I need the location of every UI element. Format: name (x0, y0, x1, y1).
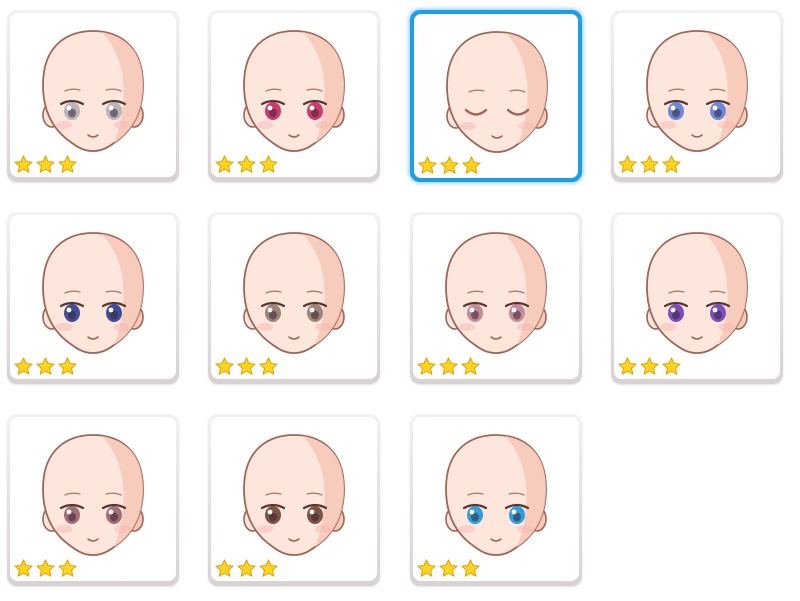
face-option-card[interactable] (208, 10, 380, 182)
face-icon (243, 232, 345, 354)
star-rating (214, 154, 279, 175)
face-option-card[interactable] (611, 10, 783, 182)
star-icon (13, 154, 34, 175)
star-icon (13, 356, 34, 377)
star-icon (57, 154, 78, 175)
face-icon (445, 232, 547, 354)
face-option-card[interactable] (208, 212, 380, 384)
star-rating (416, 558, 481, 579)
face-option-thumbnail (211, 417, 377, 581)
face-option-card[interactable] (410, 212, 582, 384)
face-option-thumbnail (614, 215, 780, 379)
face-option-card[interactable] (410, 10, 582, 182)
face-option-card[interactable] (410, 414, 582, 586)
face-option-thumbnail (211, 13, 377, 177)
face-option-thumbnail (10, 13, 176, 177)
star-icon (417, 155, 438, 176)
star-rating (617, 154, 682, 175)
star-icon (236, 154, 257, 175)
face-icon (446, 31, 548, 153)
face-option-thumbnail (413, 215, 579, 379)
star-icon (35, 558, 56, 579)
star-rating (214, 356, 279, 377)
face-icon (243, 434, 345, 556)
star-icon (661, 356, 682, 377)
star-icon (214, 356, 235, 377)
star-icon (438, 558, 459, 579)
face-option-card[interactable] (7, 212, 179, 384)
face-icon (646, 30, 748, 152)
face-icon (243, 30, 345, 152)
face-option-card[interactable] (7, 10, 179, 182)
face-option-card[interactable] (611, 212, 783, 384)
star-icon (439, 155, 460, 176)
star-icon (461, 155, 482, 176)
star-icon (258, 356, 279, 377)
star-rating (13, 356, 78, 377)
star-rating (416, 356, 481, 377)
star-rating (417, 155, 482, 176)
face-option-thumbnail (614, 13, 780, 177)
face-option-thumbnail (10, 417, 176, 581)
star-icon (639, 356, 660, 377)
star-icon (438, 356, 459, 377)
star-icon (57, 558, 78, 579)
star-icon (214, 154, 235, 175)
star-icon (416, 356, 437, 377)
star-icon (416, 558, 437, 579)
star-icon (236, 558, 257, 579)
face-icon (646, 232, 748, 354)
star-icon (460, 558, 481, 579)
star-rating (617, 356, 682, 377)
star-icon (13, 558, 34, 579)
star-icon (661, 154, 682, 175)
star-icon (617, 356, 638, 377)
face-option-thumbnail (414, 14, 578, 178)
face-option-thumbnail (211, 215, 377, 379)
face-option-thumbnail (10, 215, 176, 379)
face-selection-grid (0, 0, 800, 601)
face-option-card[interactable] (208, 414, 380, 586)
face-icon (445, 434, 547, 556)
star-icon (214, 558, 235, 579)
star-icon (460, 356, 481, 377)
face-icon (42, 434, 144, 556)
star-icon (258, 154, 279, 175)
star-rating (13, 154, 78, 175)
star-icon (236, 356, 257, 377)
star-icon (639, 154, 660, 175)
star-icon (57, 356, 78, 377)
face-option-card[interactable] (7, 414, 179, 586)
star-icon (35, 154, 56, 175)
star-rating (13, 558, 78, 579)
star-rating (214, 558, 279, 579)
face-option-thumbnail (413, 417, 579, 581)
star-icon (617, 154, 638, 175)
star-icon (35, 356, 56, 377)
star-icon (258, 558, 279, 579)
face-icon (42, 30, 144, 152)
face-icon (42, 232, 144, 354)
